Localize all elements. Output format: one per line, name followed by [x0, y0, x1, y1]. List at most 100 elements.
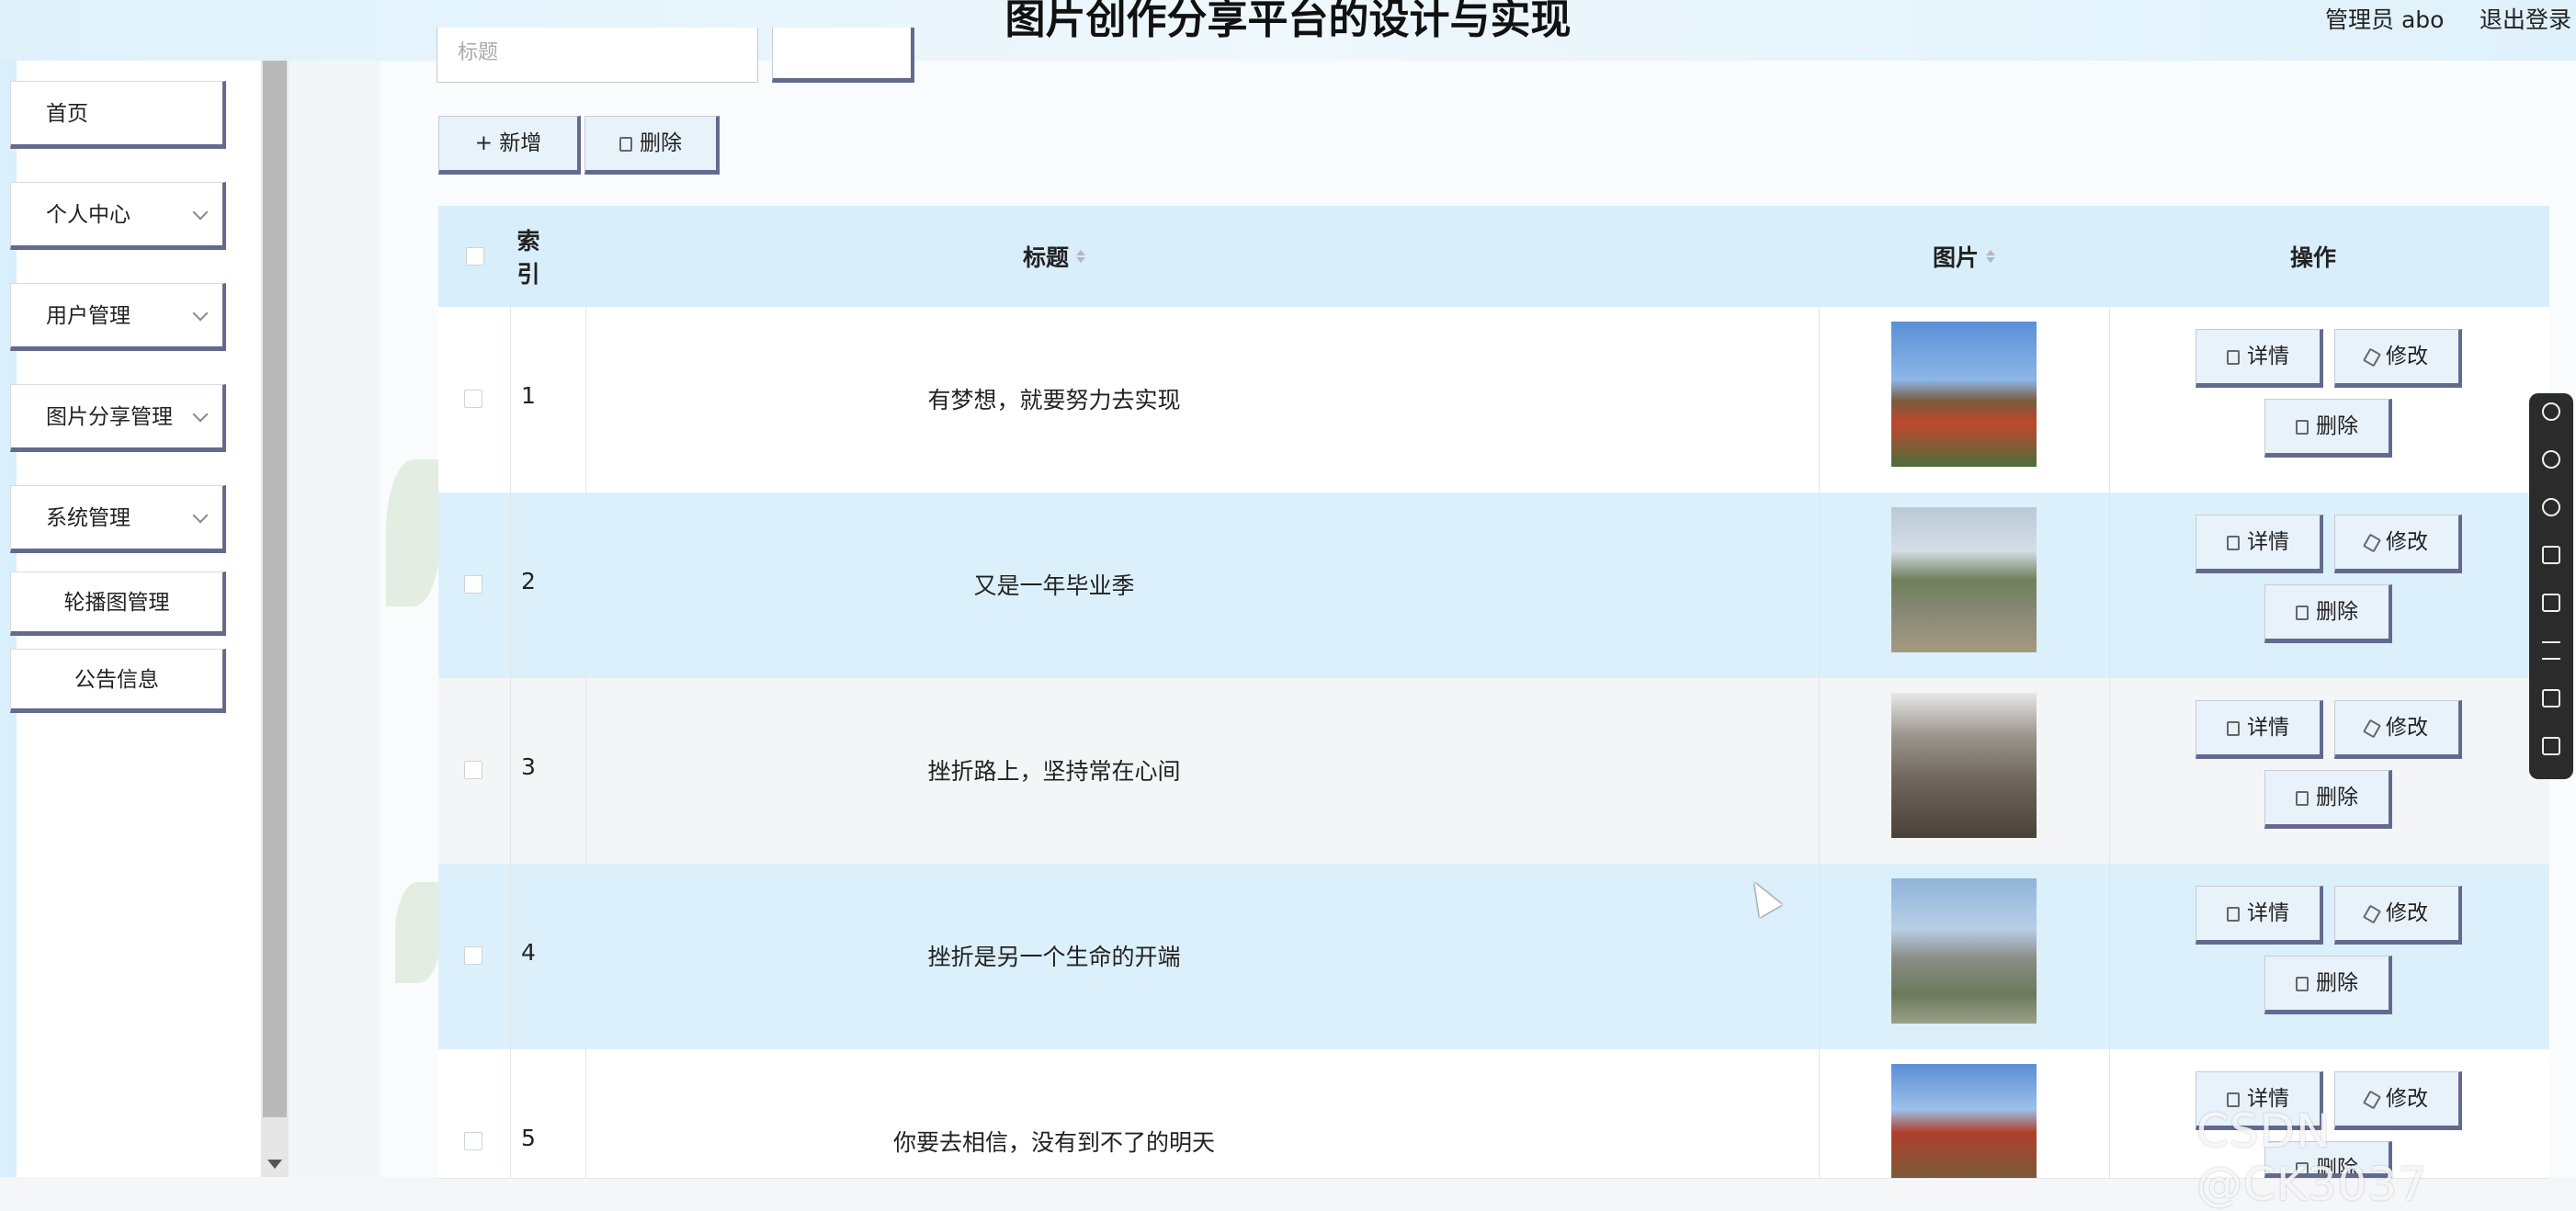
- row-checkbox[interactable]: [464, 390, 482, 408]
- document-icon: [2227, 536, 2240, 550]
- detail-button[interactable]: 详情: [2196, 886, 2323, 945]
- sidebar-item-label: 用户管理: [46, 304, 131, 328]
- camera-icon[interactable]: [2542, 737, 2560, 755]
- row-checkbox[interactable]: [464, 946, 482, 965]
- pencil-icon: [2362, 904, 2382, 924]
- column-divider: [510, 307, 511, 1178]
- detail-button[interactable]: 详情: [2196, 515, 2323, 573]
- search-button[interactable]: [772, 28, 914, 83]
- floating-toolbar: [2529, 393, 2573, 779]
- sidebar-item-personal-center[interactable]: 个人中心: [10, 182, 226, 250]
- delete-button[interactable]: 删除: [2264, 956, 2392, 1014]
- sidebar-item-label: 系统管理: [46, 506, 131, 530]
- detail-button[interactable]: 详情: [2196, 700, 2323, 759]
- sidebar-scroll-thumb[interactable]: [263, 61, 287, 1117]
- chevron-down-icon: [192, 305, 209, 322]
- app-header: 图片创作分享平台的设计与实现 管理员 abo 退出登录: [0, 0, 2576, 61]
- flame-icon[interactable]: [2542, 450, 2560, 469]
- row-checkbox[interactable]: [464, 1132, 482, 1150]
- edit-button[interactable]: 修改: [2334, 515, 2462, 573]
- row-index: 4: [521, 939, 536, 966]
- select-all-checkbox[interactable]: [466, 247, 484, 266]
- sidebar-subitem-announcements[interactable]: 公告信息: [10, 649, 226, 713]
- sidebar-item-user-management[interactable]: 用户管理: [10, 283, 226, 351]
- column-header-index: 索引: [516, 228, 540, 288]
- table-row: 3 挫折路上，坚持常在心间 详情 修改 删除: [438, 678, 2549, 865]
- play-icon[interactable]: [2542, 594, 2560, 612]
- detail-button[interactable]: 详情: [2196, 329, 2323, 388]
- edit-button[interactable]: 修改: [2334, 329, 2462, 388]
- add-button[interactable]: + 新增: [438, 116, 581, 175]
- swap-icon[interactable]: [2542, 641, 2560, 660]
- edit-button[interactable]: 修改: [2334, 886, 2462, 945]
- column-divider: [1819, 307, 1820, 1178]
- video-icon[interactable]: [2542, 546, 2560, 564]
- column-header-actions: 操作: [2289, 244, 2336, 271]
- row-thumbnail[interactable]: [1891, 507, 2037, 652]
- row-index: 1: [521, 382, 536, 409]
- sidebar-subitem-carousel[interactable]: 轮播图管理: [10, 572, 226, 636]
- sidebar-item-system-management[interactable]: 系统管理: [10, 485, 226, 553]
- table-row: 2 又是一年毕业季 详情 修改 删除: [438, 492, 2549, 679]
- scroll-down-arrow-icon[interactable]: [267, 1160, 282, 1169]
- column-divider: [2109, 307, 2110, 1178]
- crop-icon[interactable]: [2542, 689, 2560, 707]
- sort-icon[interactable]: [1076, 250, 1085, 263]
- trash-icon: [2296, 791, 2309, 806]
- delete-button[interactable]: 删除: [2264, 584, 2392, 643]
- edit-button[interactable]: 修改: [2334, 700, 2462, 759]
- row-title: 挫折路上，坚持常在心间: [927, 758, 1181, 785]
- batch-delete-button[interactable]: 删除: [584, 116, 720, 175]
- row-thumbnail[interactable]: [1891, 322, 2037, 467]
- delete-button[interactable]: 删除: [2264, 399, 2392, 458]
- trash-icon: [2296, 977, 2309, 991]
- delete-button[interactable]: 删除: [2264, 770, 2392, 829]
- search-icon[interactable]: [2542, 402, 2560, 421]
- row-index: 2: [521, 568, 536, 594]
- sidebar-item-label: 个人中心: [46, 203, 131, 227]
- page-title: 图片创作分享平台的设计与实现: [1004, 0, 1572, 43]
- logout-link[interactable]: 退出登录: [2480, 2, 2571, 35]
- sort-icon[interactable]: [1986, 250, 1995, 263]
- watermark: CSDN @CK3037: [2196, 1104, 2428, 1211]
- column-divider: [585, 307, 586, 1178]
- row-checkbox[interactable]: [464, 575, 482, 594]
- search-input[interactable]: 标题: [437, 28, 758, 83]
- row-thumbnail[interactable]: [1891, 878, 2037, 1024]
- table-row: 1 有梦想，就要努力去实现 详情 修改 删除: [438, 307, 2549, 493]
- sidebar-item-label: 图片分享管理: [46, 405, 173, 429]
- row-thumbnail[interactable]: [1891, 693, 2037, 838]
- chevron-down-icon: [192, 204, 209, 221]
- column-header-title[interactable]: 标题: [585, 206, 1523, 307]
- document-icon: [2227, 350, 2240, 365]
- sidebar-item-home[interactable]: 首页: [10, 81, 226, 149]
- document-icon: [2227, 907, 2240, 922]
- refresh-icon[interactable]: [2542, 498, 2560, 516]
- chevron-down-icon: [192, 507, 209, 524]
- document-icon: [2227, 721, 2240, 736]
- table-header: 索引 标题 图片 操作: [438, 206, 2549, 307]
- sidebar-item-label: 首页: [46, 102, 88, 126]
- row-index: 3: [521, 753, 536, 780]
- column-header-image[interactable]: 图片: [1819, 206, 2109, 307]
- table-row: 4 挫折是另一个生命的开端 详情 修改 删除: [438, 864, 2549, 1050]
- decorative-leaf: [395, 882, 441, 983]
- admin-user-label[interactable]: 管理员 abo: [2325, 2, 2444, 35]
- row-title: 有梦想，就要努力去实现: [927, 387, 1181, 413]
- trash-icon: [2296, 606, 2309, 620]
- row-thumbnail[interactable]: [1891, 1064, 2037, 1178]
- row-title: 挫折是另一个生命的开端: [927, 944, 1181, 970]
- delete-label: 删除: [640, 131, 682, 155]
- pencil-icon: [2362, 347, 2382, 368]
- row-index: 5: [521, 1125, 536, 1151]
- row-checkbox[interactable]: [464, 761, 482, 779]
- trash-icon: [2296, 420, 2309, 435]
- pencil-icon: [2362, 719, 2382, 739]
- sidebar-item-image-share-management[interactable]: 图片分享管理: [10, 384, 226, 452]
- decorative-leaf: [386, 459, 441, 606]
- row-title: 你要去相信，没有到不了的明天: [892, 1129, 1215, 1156]
- row-title: 又是一年毕业季: [973, 572, 1135, 599]
- trash-icon: [619, 137, 632, 152]
- chevron-down-icon: [192, 406, 209, 423]
- pencil-icon: [2362, 533, 2382, 553]
